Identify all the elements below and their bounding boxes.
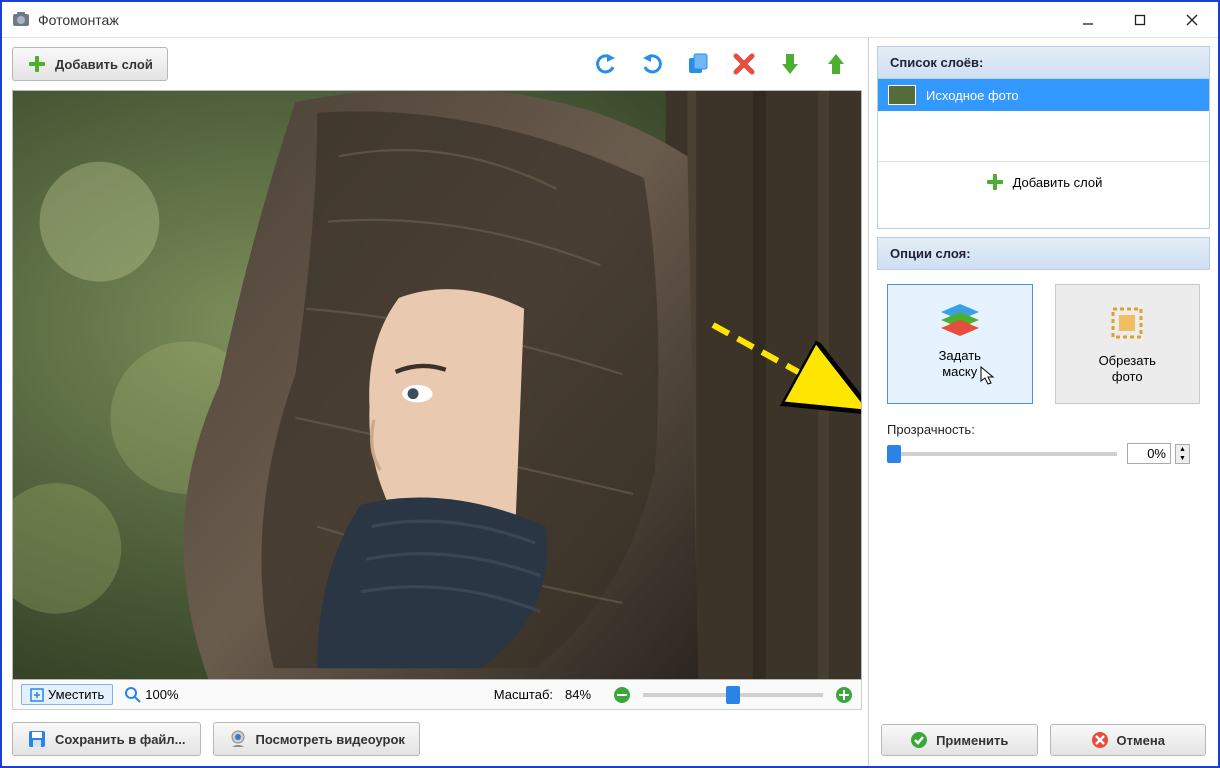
- layers-header: Список слоёв:: [877, 46, 1210, 79]
- window-title: Фотомонтаж: [38, 12, 119, 28]
- set-mask-label: Задать маску: [939, 348, 981, 379]
- redo-icon[interactable]: [638, 50, 666, 78]
- apply-label: Применить: [936, 733, 1008, 748]
- undo-icon[interactable]: [592, 50, 620, 78]
- app-icon: [12, 11, 30, 29]
- opacity-value: 0%: [1127, 443, 1171, 464]
- options-header: Опции слоя:: [877, 237, 1210, 270]
- plus-icon: [985, 172, 1005, 192]
- zoom-in-icon[interactable]: [835, 686, 853, 704]
- tool-icons: [592, 50, 862, 78]
- zoom-value: 84%: [565, 687, 601, 702]
- minimize-button[interactable]: [1062, 2, 1114, 38]
- cancel-icon: [1091, 731, 1109, 749]
- cancel-button[interactable]: Отмена: [1050, 724, 1207, 756]
- crop-photo-tile[interactable]: Обрезать фото: [1055, 284, 1201, 404]
- apply-button[interactable]: Применить: [881, 724, 1038, 756]
- zoom-100-label: 100%: [145, 687, 178, 702]
- save-icon: [27, 729, 47, 749]
- editor-panel: Добавить слой: [2, 38, 868, 766]
- canvas[interactable]: [12, 90, 862, 680]
- add-layer-label: Добавить слой: [1013, 175, 1103, 190]
- watch-video-button[interactable]: Посмотреть видеоурок: [213, 722, 420, 756]
- chevron-down-icon[interactable]: ▼: [1176, 454, 1189, 463]
- layers-stack-icon: [939, 302, 981, 338]
- copy-icon[interactable]: [684, 50, 712, 78]
- photo-image: [13, 91, 861, 679]
- close-button[interactable]: [1166, 2, 1218, 38]
- layer-item[interactable]: Исходное фото: [878, 79, 1209, 111]
- zoom-label: Масштаб:: [494, 687, 553, 702]
- move-down-icon[interactable]: [776, 50, 804, 78]
- plus-icon: [27, 54, 47, 74]
- fit-label: Уместить: [48, 687, 104, 702]
- layer-options: Задать маску Обрезать фото: [869, 270, 1218, 412]
- titlebar: Фотомонтаж: [2, 2, 1218, 38]
- chevron-up-icon[interactable]: ▲: [1176, 445, 1189, 454]
- layer-list: Исходное фото Добавить слой: [877, 79, 1210, 229]
- layer-item-label: Исходное фото: [926, 88, 1019, 103]
- cancel-label: Отмена: [1117, 733, 1165, 748]
- crop-photo-label: Обрезать фото: [1099, 353, 1156, 384]
- zoom-slider[interactable]: [643, 693, 823, 697]
- webcam-icon: [228, 729, 248, 749]
- side-panel: Список слоёв: Исходное фото Добавить сло…: [868, 38, 1218, 766]
- check-icon: [910, 731, 928, 749]
- opacity-label: Прозрачность:: [887, 422, 1200, 437]
- magnifier-icon: [125, 687, 141, 703]
- fit-button[interactable]: Уместить: [21, 684, 113, 705]
- opacity-spinner[interactable]: ▲▼: [1175, 444, 1190, 464]
- zoom-100-button[interactable]: 100%: [125, 687, 178, 703]
- delete-icon[interactable]: [730, 50, 758, 78]
- maximize-button[interactable]: [1114, 2, 1166, 38]
- watch-video-label: Посмотреть видеоурок: [256, 732, 405, 747]
- crop-icon: [1107, 303, 1147, 343]
- zoom-out-icon[interactable]: [613, 686, 631, 704]
- opacity-row: Прозрачность: 0% ▲▼: [869, 412, 1218, 464]
- layer-thumbnail: [888, 85, 916, 105]
- side-footer: Применить Отмена: [869, 712, 1218, 756]
- set-mask-tile[interactable]: Задать маску: [887, 284, 1033, 404]
- content-area: Добавить слой: [2, 38, 1218, 766]
- editor-toolbar: Добавить слой: [12, 44, 862, 84]
- move-up-icon[interactable]: [822, 50, 850, 78]
- zoom-bar: Уместить 100% Масштаб: 84%: [12, 680, 862, 710]
- editor-footer: Сохранить в файл... Посмотреть видеоурок: [12, 722, 862, 756]
- add-layer-row[interactable]: Добавить слой: [878, 161, 1209, 204]
- save-file-button[interactable]: Сохранить в файл...: [12, 722, 201, 756]
- add-layer-button[interactable]: Добавить слой: [12, 47, 168, 81]
- save-file-label: Сохранить в файл...: [55, 732, 186, 747]
- opacity-slider[interactable]: [887, 452, 1117, 456]
- cursor-icon: [980, 366, 996, 386]
- fit-icon: [30, 688, 44, 702]
- add-layer-label: Добавить слой: [55, 57, 153, 72]
